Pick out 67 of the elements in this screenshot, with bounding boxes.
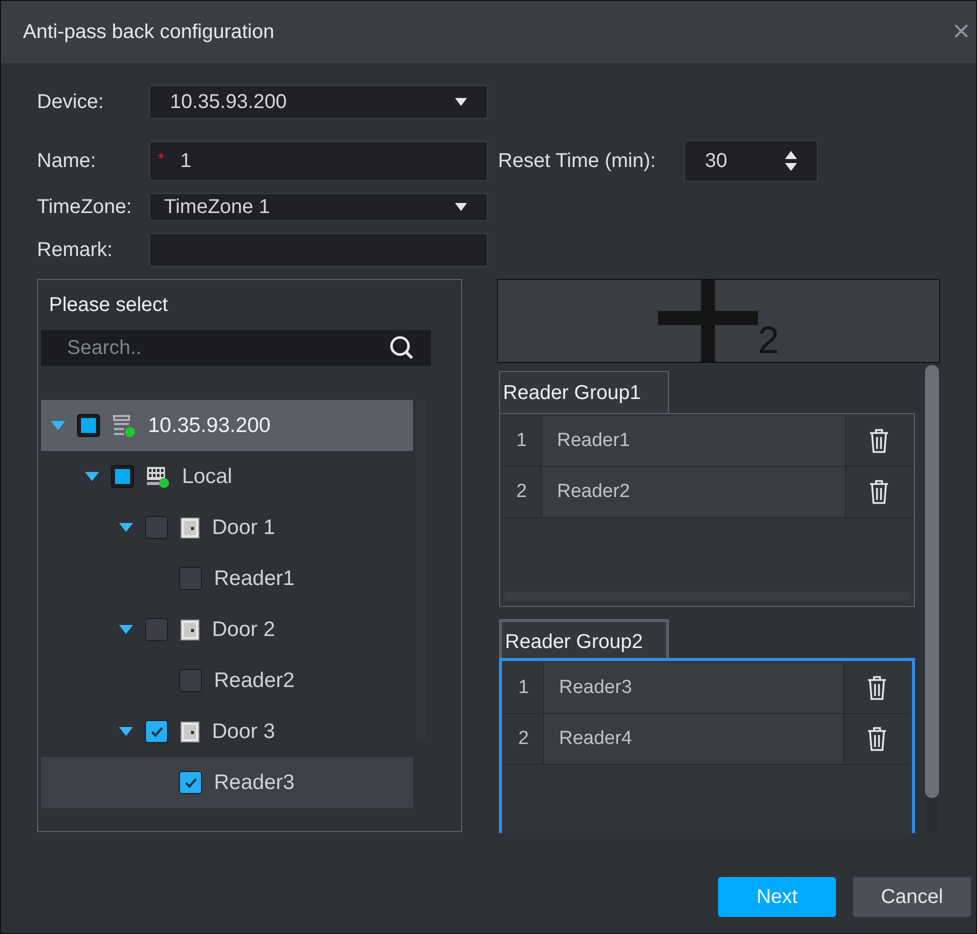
- tree-row[interactable]: 10.35.93.200: [41, 400, 413, 451]
- group-tab[interactable]: Reader Group2: [499, 619, 669, 661]
- expand-caret-icon[interactable]: [119, 726, 133, 736]
- checkmark-icon: [150, 726, 164, 738]
- search-icon[interactable]: [389, 335, 415, 361]
- tree-label: Reader3: [214, 770, 295, 796]
- expand-caret-icon[interactable]: [51, 420, 65, 430]
- timezone-dropdown[interactable]: TimeZone 1: [149, 193, 488, 221]
- expand-caret-icon[interactable]: [119, 624, 133, 634]
- trash-icon[interactable]: [866, 675, 888, 701]
- reader-name: Reader1: [542, 416, 846, 466]
- device-dropdown[interactable]: 10.35.93.200: [149, 85, 488, 119]
- tree-row[interactable]: Door 3: [41, 706, 413, 757]
- field-label: Device:: [37, 90, 105, 115]
- trash-icon[interactable]: [866, 726, 888, 752]
- door-icon: [180, 516, 200, 538]
- tree-row[interactable]: Door 2: [41, 604, 413, 655]
- tree-row[interactable]: Reader3: [41, 757, 413, 808]
- remark-field[interactable]: [149, 233, 488, 267]
- door-icon: [180, 618, 200, 640]
- checkbox[interactable]: [145, 516, 168, 539]
- tree-label: Door 3: [212, 718, 276, 745]
- name-field[interactable]: * 1: [149, 141, 488, 181]
- reader-name: Reader3: [544, 663, 844, 713]
- checkbox[interactable]: [179, 771, 202, 794]
- tree-label: 10.35.93.200: [148, 412, 271, 439]
- dropdown-caret-icon: [455, 98, 467, 106]
- trash-icon[interactable]: [868, 479, 890, 505]
- checkbox[interactable]: [145, 720, 168, 743]
- checkbox[interactable]: [179, 567, 202, 590]
- window-title: Anti-pass back configuration: [23, 20, 274, 45]
- field-label: Reset Time (min):: [498, 149, 657, 174]
- field-label: Remark:: [37, 238, 114, 263]
- field-label: TimeZone:: [37, 195, 133, 220]
- tree-label: Reader2: [214, 668, 295, 694]
- plus-icon: [658, 280, 758, 362]
- checkmark-icon: [184, 776, 198, 788]
- expand-caret-icon[interactable]: [119, 522, 133, 532]
- tree-row[interactable]: Reader2: [41, 655, 413, 706]
- reset-time-spinner[interactable]: 30: [684, 140, 818, 182]
- checkbox[interactable]: [77, 414, 100, 437]
- reader-name: Reader2: [542, 467, 846, 517]
- checkbox[interactable]: [145, 618, 168, 641]
- search-field[interactable]: Search..: [41, 330, 431, 366]
- required-mark: *: [158, 150, 164, 170]
- tree-label: Door 1: [212, 514, 276, 541]
- cancel-button[interactable]: Cancel: [853, 877, 971, 917]
- expand-caret-icon[interactable]: [85, 472, 99, 482]
- tree-label: Reader1: [214, 566, 295, 592]
- checkbox[interactable]: [179, 669, 202, 692]
- spinner-arrows-icon[interactable]: [785, 150, 797, 172]
- field-label: Name:: [37, 149, 97, 174]
- group-tab[interactable]: Reader Group1: [499, 371, 669, 413]
- reader-name: Reader4: [544, 714, 844, 764]
- keypad-icon: [146, 464, 170, 488]
- dropdown-caret-icon: [455, 203, 467, 211]
- tree-row[interactable]: Local: [41, 451, 413, 502]
- tree-row[interactable]: Door 1: [41, 502, 413, 553]
- checkbox[interactable]: [111, 465, 134, 488]
- panel-title: Please select: [48, 293, 169, 318]
- server-icon: [112, 414, 136, 438]
- close-button[interactable]: ×: [952, 17, 970, 47]
- trash-icon[interactable]: [868, 428, 890, 454]
- tree-label: Door 2: [212, 616, 276, 643]
- tree-row[interactable]: Reader1: [41, 553, 413, 604]
- tree-label: Local: [182, 464, 232, 490]
- door-icon: [180, 720, 200, 742]
